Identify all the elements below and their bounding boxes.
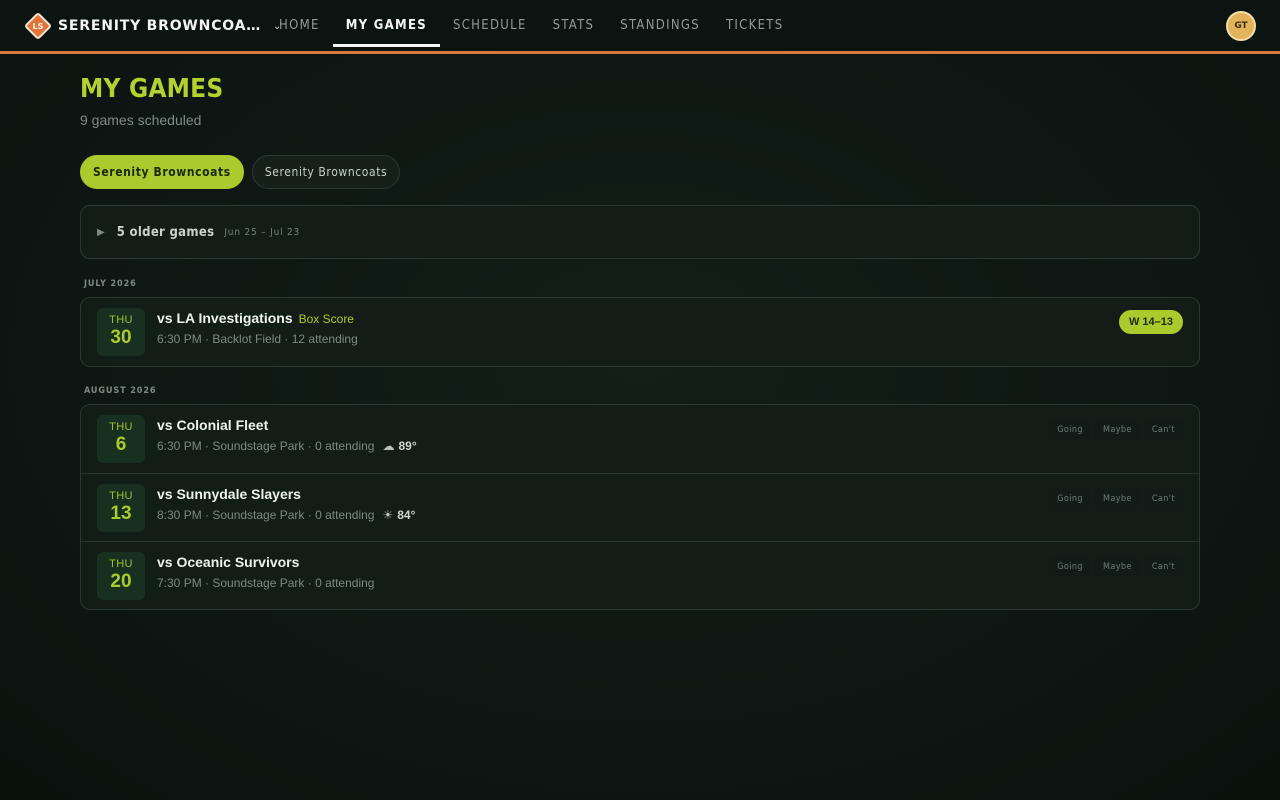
user-avatar[interactable]: GT [1226, 11, 1256, 41]
game-date: THU 20 [97, 552, 145, 600]
game-day: 6 [115, 434, 127, 455]
rsvp-cant-button[interactable]: Can't [1143, 556, 1183, 578]
game-row[interactable]: THU 30 vs LA Investigations Box Score 6:3… [81, 298, 1199, 366]
older-games-label: 5 older games [116, 224, 215, 240]
rsvp-going-button[interactable]: Going [1049, 488, 1091, 510]
main-nav: HOME MY GAMES SCHEDULE STATS STANDINGS T… [266, 0, 796, 51]
game-meta: 7:30 PM · Soundstage Park · 0 attending [157, 576, 375, 590]
game-date: THU 13 [97, 484, 145, 532]
game-card-group: THU 6 vs Colonial Fleet 6:30 PM · Sounds… [80, 404, 1200, 610]
team-filter-group: Serenity Browncoats Serenity Browncoats [80, 155, 401, 189]
game-date: THU 30 [97, 308, 145, 356]
rsvp-going-button[interactable]: Going [1049, 556, 1091, 578]
game-opponent: vs Colonial Fleet [157, 417, 269, 433]
nav-item-my-games[interactable]: MY GAMES [332, 0, 441, 51]
rsvp-maybe-button[interactable]: Maybe [1094, 419, 1140, 441]
game-weekday: THU [109, 558, 133, 570]
rsvp-maybe-button[interactable]: Maybe [1094, 488, 1140, 510]
game-opponent: vs Sunnydale Slayers [157, 486, 301, 502]
game-opponent: vs LA Investigations Box Score [157, 310, 354, 326]
rsvp-cant-button[interactable]: Can't [1143, 488, 1183, 510]
nav-item-schedule[interactable]: SCHEDULE [440, 0, 540, 51]
game-day: 20 [110, 571, 132, 592]
game-meta: 8:30 PM · Soundstage Park · 0 attending ☀… [157, 508, 415, 522]
rsvp-maybe-button[interactable]: Maybe [1094, 556, 1140, 578]
game-meta: 6:30 PM · Soundstage Park · 0 attending ☁… [157, 439, 417, 453]
team-filter-pill[interactable]: Serenity Browncoats [251, 155, 401, 189]
top-nav-bar: LS SERENITY BROWNCOA… ⌄ HOME MY GAMES SC… [0, 0, 1280, 54]
game-day: 30 [110, 327, 132, 348]
nav-item-standings[interactable]: STANDINGS [607, 0, 713, 51]
weather-temp: 84° [397, 508, 416, 522]
game-weekday: THU [109, 314, 133, 326]
month-heading: AUGUST 2026 [84, 386, 157, 396]
rsvp-going-button[interactable]: Going [1049, 419, 1091, 441]
game-meta-text: 6:30 PM · Soundstage Park · 0 attending [157, 439, 375, 453]
game-card-group: THU 30 vs LA Investigations Box Score 6:3… [80, 297, 1200, 367]
expand-triangle-icon: ▶ [97, 226, 105, 238]
rsvp-cant-button[interactable]: Can't [1143, 419, 1183, 441]
games-count: 9 games scheduled [80, 112, 202, 128]
result-badge: W 14–13 [1118, 310, 1183, 334]
rsvp-group: Going Maybe Can't [1049, 556, 1183, 578]
team-logo-icon: LS [23, 11, 53, 41]
game-row[interactable]: THU 20 vs Oceanic Survivors 7:30 PM · So… [81, 541, 1199, 609]
weather-forecast: ☀ 84° [382, 508, 415, 522]
weather-forecast: ☁ 89° [382, 439, 416, 453]
page-title: MY GAMES [80, 74, 224, 104]
month-heading: JULY 2026 [84, 279, 137, 289]
game-meta-text: 8:30 PM · Soundstage Park · 0 attending [157, 508, 375, 522]
sun-icon: ☀ [382, 508, 394, 522]
game-row[interactable]: THU 6 vs Colonial Fleet 6:30 PM · Sounds… [81, 405, 1199, 473]
game-weekday: THU [109, 421, 133, 433]
game-meta: 6:30 PM · Backlot Field · 12 attending [157, 332, 358, 346]
team-switcher[interactable]: LS SERENITY BROWNCOA… ⌄ [23, 11, 281, 41]
rsvp-group: Going Maybe Can't [1049, 419, 1183, 441]
rsvp-group: Going Maybe Can't [1049, 488, 1183, 510]
game-date: THU 6 [97, 415, 145, 463]
nav-item-tickets[interactable]: TICKETS [713, 0, 796, 51]
game-row[interactable]: THU 13 vs Sunnydale Slayers 8:30 PM · So… [81, 473, 1199, 541]
game-opponent: vs Oceanic Survivors [157, 554, 300, 570]
team-name: SERENITY BROWNCOA… [58, 18, 262, 34]
game-day: 13 [110, 503, 132, 524]
opponent-name: vs LA Investigations [157, 310, 293, 326]
game-weekday: THU [109, 490, 133, 502]
team-logo-text: LS [32, 21, 44, 31]
nav-item-home[interactable]: HOME [266, 0, 333, 51]
weather-temp: 89° [398, 439, 417, 453]
cloud-icon: ☁ [382, 439, 395, 453]
older-games-toggle[interactable]: ▶ 5 older games Jun 25 – Jul 23 [80, 205, 1200, 259]
team-filter-pill[interactable]: Serenity Browncoats [80, 155, 244, 189]
box-score-link[interactable]: Box Score [299, 312, 354, 326]
nav-item-stats[interactable]: STATS [540, 0, 608, 51]
older-games-range: Jun 25 – Jul 23 [224, 226, 301, 238]
